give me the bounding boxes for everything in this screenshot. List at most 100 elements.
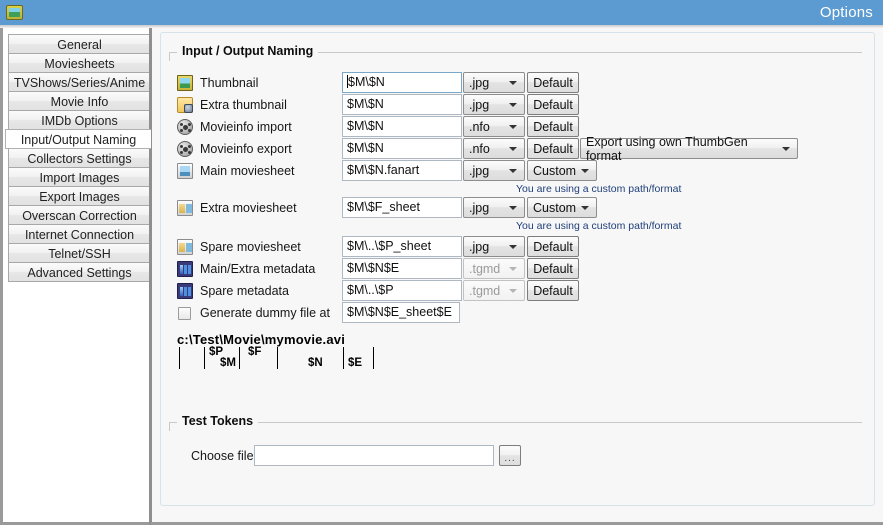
spare-metadata-path-input[interactable]: $M\..\$P — [342, 280, 462, 301]
spare-moviesheet-icon — [177, 239, 193, 255]
sidebar-item-collectors-settings[interactable]: Collectors Settings — [8, 148, 151, 168]
sidebar-item-internet-connection[interactable]: Internet Connection — [8, 224, 151, 244]
token-m: $M — [220, 357, 236, 369]
extra-moviesheet-path-input[interactable]: $M\$F_sheet — [342, 197, 462, 218]
movieinfo-import-path-input[interactable]: $M\$N — [342, 116, 462, 137]
sidebar-item-advanced-settings[interactable]: Advanced Settings — [8, 262, 151, 282]
extra-thumbnail-default-button[interactable]: Default — [527, 94, 579, 115]
group-input-output-naming: Input / Output Naming Thumbnail $M\$N .j… — [169, 44, 862, 382]
sidebar-item-movie-info[interactable]: Movie Info — [8, 91, 151, 111]
movieinfo-import-default-button[interactable]: Default — [527, 116, 579, 137]
extra-moviesheet-mode-combo[interactable]: Custom — [527, 197, 597, 218]
main-moviesheet-path-input[interactable]: $M\$N.fanart — [342, 160, 462, 181]
sidebar-item-import-images[interactable]: Import Images — [8, 167, 151, 187]
movieinfo-export-path-input[interactable]: $M\$N — [342, 138, 462, 159]
main-moviesheet-mode-value: Custom — [533, 163, 577, 178]
row-label: Spare metadata — [200, 284, 289, 298]
row-main-moviesheet: Main moviesheet — [177, 160, 295, 182]
main-moviesheet-mode-combo[interactable]: Custom — [527, 160, 597, 181]
row-label: Movieinfo import — [200, 120, 292, 134]
sidebar-item-telnet-ssh[interactable]: Telnet/SSH — [8, 243, 151, 263]
chevron-down-icon — [509, 244, 517, 249]
thumbnail-default-button[interactable]: Default — [527, 72, 579, 93]
thumbnail-extension-combo[interactable]: .jpg — [463, 72, 525, 93]
legend-bar — [343, 347, 344, 369]
main-extra-metadata-path-input[interactable]: $M\$N$E — [342, 258, 462, 279]
row-label: Main moviesheet — [200, 164, 295, 178]
row-label: Extra thumbnail — [200, 98, 287, 112]
spare-moviesheet-default-button[interactable]: Default — [527, 236, 579, 257]
extra-thumbnail-path-input[interactable]: $M\$N — [342, 94, 462, 115]
row-label: Movieinfo export — [200, 142, 292, 156]
legend-bar — [277, 347, 278, 369]
sidebar-item-imdb-options[interactable]: IMDb Options — [8, 110, 151, 130]
thumbnail-extension-value: .jpg — [469, 75, 490, 90]
movieinfo-import-icon — [177, 119, 193, 135]
main-moviesheet-icon — [177, 163, 193, 179]
choose-file-browse-button[interactable]: ... — [499, 445, 521, 466]
chevron-down-icon — [509, 266, 517, 271]
ellipsis-icon: ... — [504, 452, 516, 464]
group-test-tokens: Test Tokens Choose file: ... — [169, 414, 862, 482]
movieinfo-export-format-combo[interactable]: Export using own ThumbGen format — [580, 135, 798, 163]
legend-bar — [204, 347, 205, 369]
group-top-line — [169, 422, 862, 423]
token-legend-markers: $P $M $F $N $E — [177, 346, 387, 373]
movieinfo-export-icon — [177, 141, 193, 157]
sidebar-item-moviesheets[interactable]: Moviesheets — [8, 53, 151, 73]
choose-file-input[interactable] — [254, 445, 494, 466]
main-moviesheet-extension-combo[interactable]: .jpg — [463, 160, 525, 181]
spare-metadata-extension-combo: .tgmd — [463, 280, 525, 301]
title-bar: Options — [0, 0, 883, 25]
legend-bar — [179, 347, 180, 369]
spare-moviesheet-path-input[interactable]: $M\..\$P_sheet — [342, 236, 462, 257]
chevron-down-icon — [509, 146, 517, 151]
sidebar-item-tvshows-series-anime[interactable]: TVShows/Series/Anime — [8, 72, 151, 92]
spare-metadata-default-button[interactable]: Default — [527, 280, 579, 301]
movieinfo-export-extension-combo[interactable]: .nfo — [463, 138, 525, 159]
movieinfo-import-extension-combo[interactable]: .nfo — [463, 116, 525, 137]
chevron-down-icon — [581, 168, 589, 173]
row-label: Extra moviesheet — [200, 201, 297, 215]
thumbnail-path-value: $M\$N — [348, 75, 385, 89]
thumbnail-icon — [177, 75, 193, 91]
options-window: Options General Moviesheets TVShows/Seri… — [0, 0, 883, 525]
row-generate-dummy-file: Generate dummy file at — [177, 302, 330, 324]
extra-moviesheet-extension-value: .jpg — [469, 200, 490, 215]
legend-bar — [373, 347, 374, 369]
token-e: $E — [348, 357, 363, 369]
main-extra-metadata-extension-value: .tgmd — [469, 261, 501, 276]
movieinfo-export-extension-value: .nfo — [469, 141, 490, 156]
spare-moviesheet-extension-combo[interactable]: .jpg — [463, 236, 525, 257]
row-label: Main/Extra metadata — [200, 262, 316, 276]
sidebar-item-general[interactable]: General — [8, 34, 151, 54]
chevron-down-icon — [509, 80, 517, 85]
extra-moviesheet-icon — [177, 200, 193, 216]
window-title: Options — [819, 4, 873, 21]
sidebar-item-input-output-naming[interactable]: Input/Output Naming — [5, 129, 151, 149]
thumbnail-path-input[interactable]: $M\$N — [342, 72, 462, 93]
row-label: Thumbnail — [200, 76, 259, 90]
group-title-input-output-naming: Input / Output Naming — [177, 44, 319, 58]
main-extra-metadata-icon — [177, 261, 193, 277]
row-extra-moviesheet: Extra moviesheet — [177, 197, 297, 219]
token-f: $F — [248, 346, 262, 358]
extra-thumbnail-extension-combo[interactable]: .jpg — [463, 94, 525, 115]
spare-moviesheet-extension-value: .jpg — [469, 239, 490, 254]
movieinfo-export-default-button[interactable]: Default — [527, 138, 579, 159]
sidebar-item-export-images[interactable]: Export Images — [8, 186, 151, 206]
sidebar-item-overscan-correction[interactable]: Overscan Correction — [8, 205, 151, 225]
page-panel: Input / Output Naming Thumbnail $M\$N .j… — [160, 32, 875, 506]
row-movieinfo-export: Movieinfo export — [177, 138, 292, 160]
main-moviesheet-extension-value: .jpg — [469, 163, 490, 178]
chevron-down-icon — [509, 102, 517, 107]
row-spare-metadata: Spare metadata — [177, 280, 289, 302]
extra-moviesheet-extension-combo[interactable]: .jpg — [463, 197, 525, 218]
generate-dummy-file-checkbox[interactable] — [178, 306, 191, 320]
main-extra-metadata-default-button[interactable]: Default — [527, 258, 579, 279]
generate-dummy-file-path-input[interactable]: $M\$N$E_sheet$E — [342, 302, 460, 323]
movieinfo-import-extension-value: .nfo — [469, 119, 490, 134]
group-left-line — [169, 422, 170, 431]
row-spare-moviesheet: Spare moviesheet — [177, 236, 301, 258]
movieinfo-export-format-value: Export using own ThumbGen format — [586, 134, 748, 163]
